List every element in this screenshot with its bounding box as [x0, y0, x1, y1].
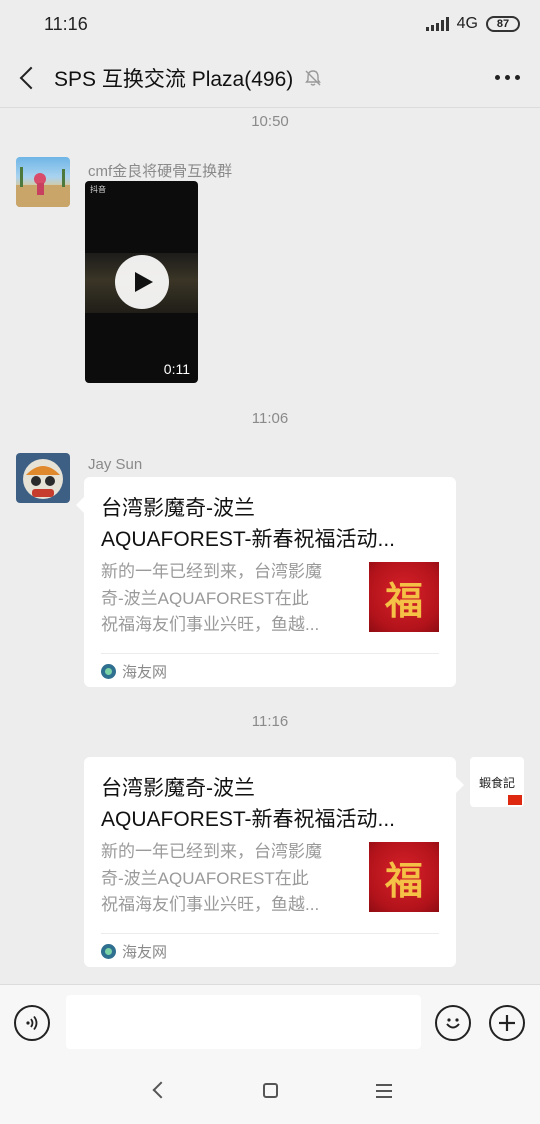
tiktok-label: 抖音 [90, 185, 106, 194]
link-desc-line: 祝福海友们事业兴旺，鱼越... [101, 895, 320, 914]
source-logo-icon [101, 664, 116, 679]
avatar-image [16, 167, 70, 207]
link-desc-line: 新的一年已经到来，台湾影魔 [101, 842, 322, 861]
video-duration: 0:11 [163, 361, 190, 377]
card-divider [101, 933, 439, 934]
signal-icon [425, 17, 449, 31]
link-desc-line: 祝福海友们事业兴旺，鱼越... [101, 615, 320, 634]
timestamp: 10:50 [251, 113, 289, 130]
link-thumbnail: 福 [369, 842, 439, 912]
link-desc-line: 奇-波兰AQUAFOREST在此 [101, 588, 309, 608]
link-title: 台湾影魔奇-波兰 AQUAFOREST-新春祝福活动... [101, 773, 441, 835]
nav-home-icon[interactable] [263, 1083, 278, 1098]
more-dots-icon[interactable] [491, 71, 524, 84]
bubble-tail [76, 497, 84, 513]
fu-character: 福 [384, 577, 423, 623]
chat-title: SPS 互换交流 Plaza(496) [54, 67, 294, 91]
sender-name: Jay Sun [88, 456, 143, 473]
chat-header: SPS 互换交流 Plaza(496) [0, 48, 540, 108]
back-arrow-icon[interactable] [16, 66, 40, 90]
link-title-line: 台湾影魔奇-波兰 [101, 777, 255, 800]
nav-back-icon[interactable] [152, 1081, 170, 1099]
bell-muted-icon [305, 69, 322, 86]
link-title-line: 台湾影魔奇-波兰 [101, 497, 255, 520]
source-logo-icon [101, 944, 116, 959]
link-thumbnail: 福 [369, 562, 439, 632]
emoji-icon[interactable] [435, 1005, 471, 1041]
status-icons: 4G 87 [425, 15, 520, 33]
link-card[interactable]: 台湾影魔奇-波兰 AQUAFOREST-新春祝福活动... 新的一年已经到来，台… [76, 477, 456, 687]
system-nav-bar [0, 1060, 540, 1124]
battery-level: 87 [496, 18, 510, 30]
status-bar: 11:16 4G 87 [0, 0, 540, 48]
fu-character: 福 [384, 857, 423, 903]
link-description: 新的一年已经到来，台湾影魔 奇-波兰AQUAFOREST在此 祝福海友们事业兴旺… [101, 839, 351, 919]
plus-icon[interactable] [489, 1005, 525, 1041]
link-source: 海友网 [101, 661, 167, 682]
own-avatar-text: 蝦食記 [478, 775, 515, 790]
message-input[interactable] [66, 995, 421, 1049]
link-title-line: AQUAFOREST-新春祝福活动... [101, 808, 396, 831]
source-name: 海友网 [122, 944, 168, 961]
battery-icon: 87 [486, 16, 520, 32]
sender-name: cmf金良将硬骨互换群 [88, 163, 233, 180]
flag-icon [508, 795, 522, 805]
timestamp: 11:06 [251, 410, 289, 427]
source-name: 海友网 [122, 664, 168, 681]
card-divider [101, 653, 439, 654]
nav-menu-icon[interactable] [376, 1084, 392, 1102]
link-card[interactable]: 台湾影魔奇-波兰 AQUAFOREST-新春祝福活动... 新的一年已经到来，台… [84, 757, 464, 967]
own-avatar[interactable]: 蝦食記 [470, 757, 524, 807]
voice-icon[interactable] [14, 1005, 50, 1041]
timestamp: 11:16 [251, 713, 289, 730]
bubble-tail [456, 777, 464, 793]
link-description: 新的一年已经到来，台湾影魔 奇-波兰AQUAFOREST在此 祝福海友们事业兴旺… [101, 559, 351, 639]
play-icon[interactable] [115, 255, 169, 309]
avatar[interactable] [16, 453, 70, 503]
link-desc-line: 奇-波兰AQUAFOREST在此 [101, 868, 309, 888]
video-message[interactable]: 抖音 0:11 [85, 181, 198, 383]
input-bar [0, 984, 540, 1060]
avatar[interactable] [16, 157, 70, 207]
status-time: 11:16 [44, 13, 88, 34]
link-title-line: AQUAFOREST-新春祝福活动... [101, 528, 396, 551]
link-title: 台湾影魔奇-波兰 AQUAFOREST-新春祝福活动... [101, 493, 441, 555]
link-source: 海友网 [101, 941, 167, 962]
link-desc-line: 新的一年已经到来，台湾影魔 [101, 562, 322, 581]
network-type: 4G [456, 15, 478, 32]
avatar-image [23, 459, 63, 499]
